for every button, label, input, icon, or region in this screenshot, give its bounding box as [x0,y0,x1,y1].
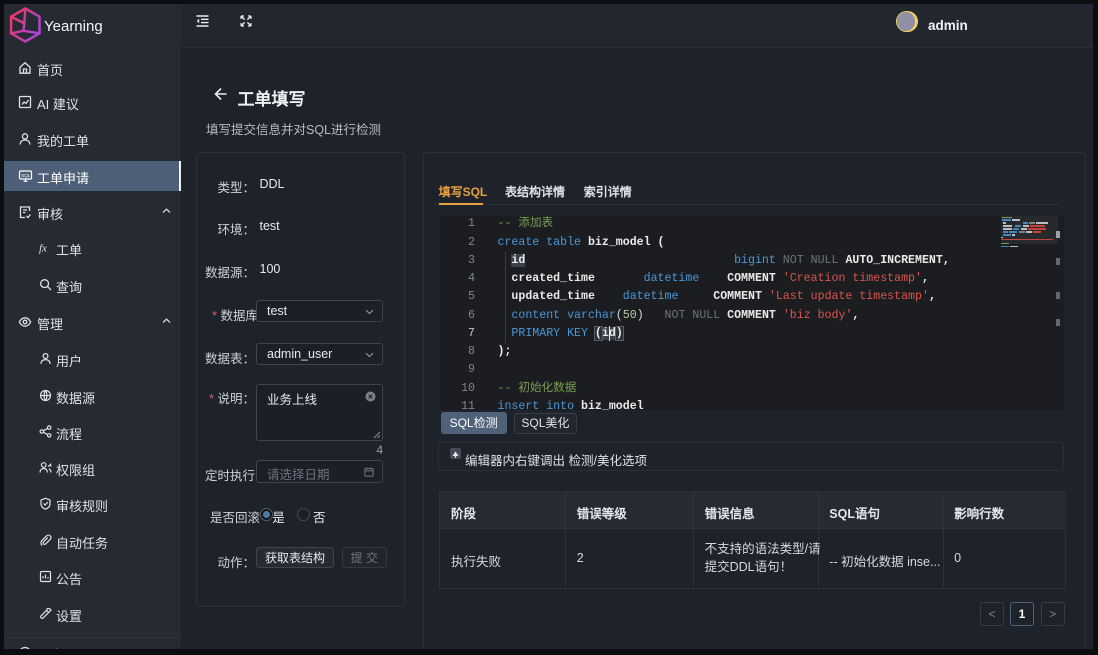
svg-text:fx: fx [39,242,47,254]
svg-text:SQL: SQL [21,173,31,178]
